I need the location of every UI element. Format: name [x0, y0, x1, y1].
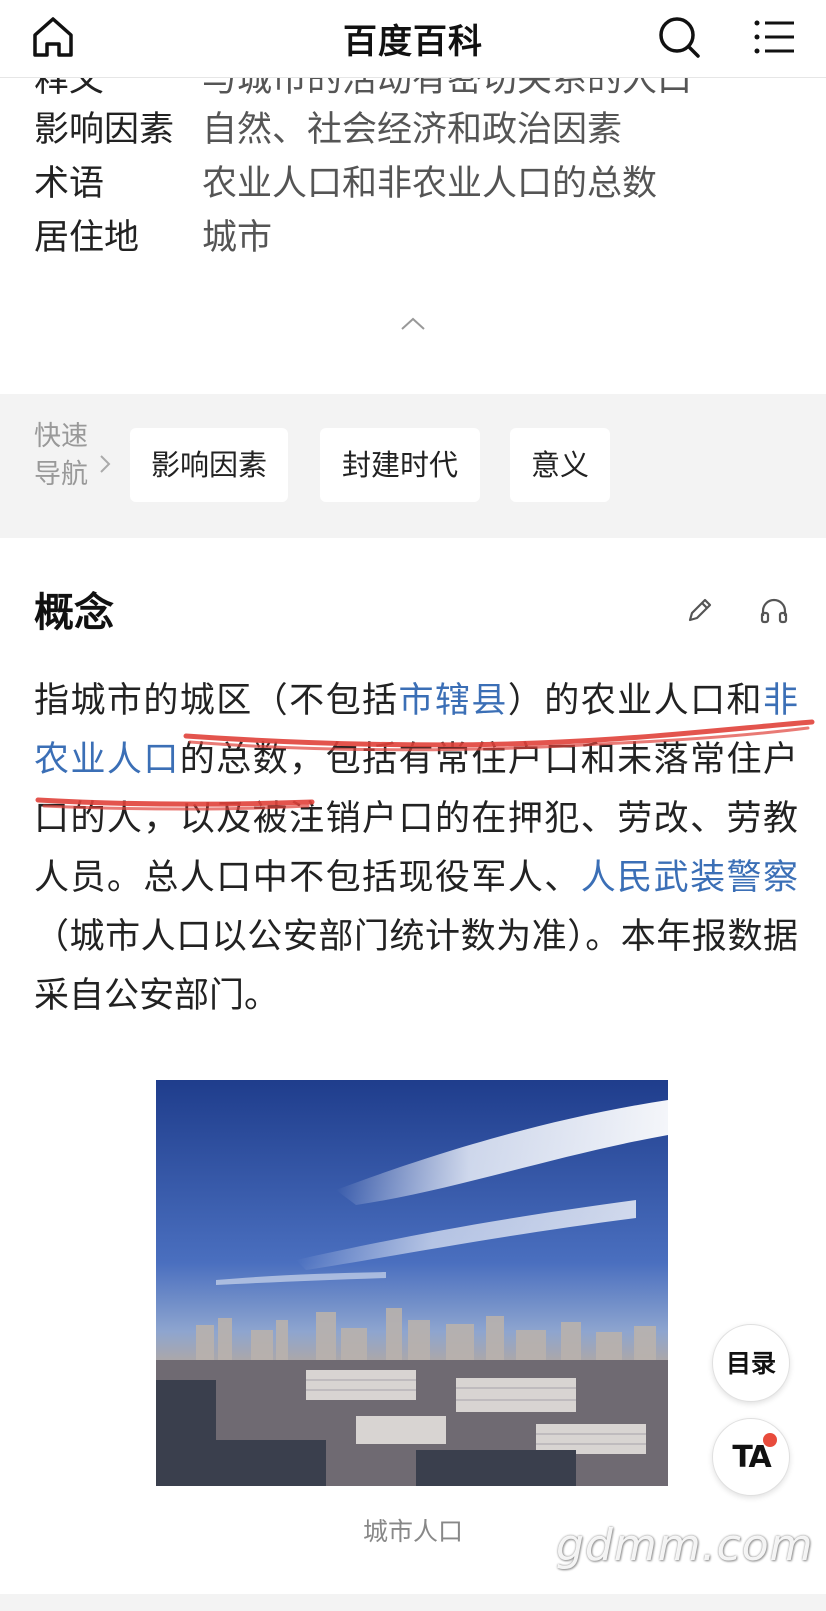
- infobox-value: 与城市的活动有密切关系的人口: [202, 78, 693, 100]
- watermark: gdmm.com: [556, 1520, 814, 1571]
- quick-nav-label: 快速 导航: [34, 418, 94, 494]
- quick-nav-chip[interactable]: 意义: [510, 428, 610, 502]
- link-renmin-wuzhuang-jingcha[interactable]: 人民武装警察: [581, 858, 798, 898]
- search-icon[interactable]: [656, 14, 702, 60]
- quick-nav-chip[interactable]: 封建时代: [320, 428, 480, 502]
- concept-paragraph: 指城市的城区（不包括市辖县）的农业人口和非农业人口的总数，包括有常住户口和未落常…: [34, 672, 798, 1026]
- city-skyline-image[interactable]: [156, 1080, 668, 1486]
- chevron-right-icon: [100, 455, 111, 473]
- quick-nav-label-line: 导航: [34, 459, 88, 490]
- quick-nav-chip[interactable]: 影响因素: [130, 428, 288, 502]
- paragraph-text: 指城市的城区（不包括: [34, 681, 399, 721]
- infobox-row: 影响因素 自然、社会经济和政治因素: [34, 108, 622, 152]
- infobox-row: 居住地 城市: [34, 216, 272, 260]
- notification-dot: [763, 1433, 777, 1447]
- ta-label: TA: [732, 1440, 771, 1475]
- menu-icon[interactable]: [752, 14, 798, 60]
- infobox-key: 释义: [34, 78, 105, 100]
- infobox-value: 自然、社会经济和政治因素: [202, 110, 623, 150]
- section-divider: [0, 1594, 826, 1611]
- section-title: 概念: [34, 590, 114, 636]
- top-navbar: 百度百科: [0, 0, 826, 78]
- quick-nav-label-line: 快速: [34, 421, 88, 452]
- infobox-row: 释义 与城市的活动有密切关系的人口: [34, 78, 692, 102]
- link-shixiaxian[interactable]: 市辖县: [398, 681, 507, 721]
- infobox-value: 城市: [202, 218, 273, 258]
- chevron-up-icon[interactable]: [398, 314, 428, 334]
- site-title: 百度百科: [343, 22, 483, 62]
- infobox: 释义 与城市的活动有密切关系的人口 影响因素 自然、社会经济和政治因素 术语 农业人口…: [0, 78, 826, 394]
- paragraph-text: ）的农业人口和: [507, 681, 763, 721]
- ta-button[interactable]: TA: [712, 1418, 790, 1496]
- pencil-icon[interactable]: [684, 594, 716, 626]
- quick-nav: 快速 导航 影响因素 封建时代 意义: [0, 394, 826, 538]
- headphones-icon[interactable]: [758, 594, 790, 626]
- infobox-key: 影响因素: [34, 110, 175, 150]
- infobox-row: 术语 农业人口和非农业人口的总数: [34, 162, 657, 206]
- infobox-key: 居住地: [34, 218, 140, 258]
- infobox-value: 农业人口和非农业人口的总数: [202, 164, 658, 204]
- toc-button[interactable]: 目录: [712, 1324, 790, 1402]
- paragraph-text: （城市人口以公安部门统计数为准）。本年报数据采自公安部门。: [34, 917, 798, 1016]
- infobox-key: 术语: [34, 164, 105, 204]
